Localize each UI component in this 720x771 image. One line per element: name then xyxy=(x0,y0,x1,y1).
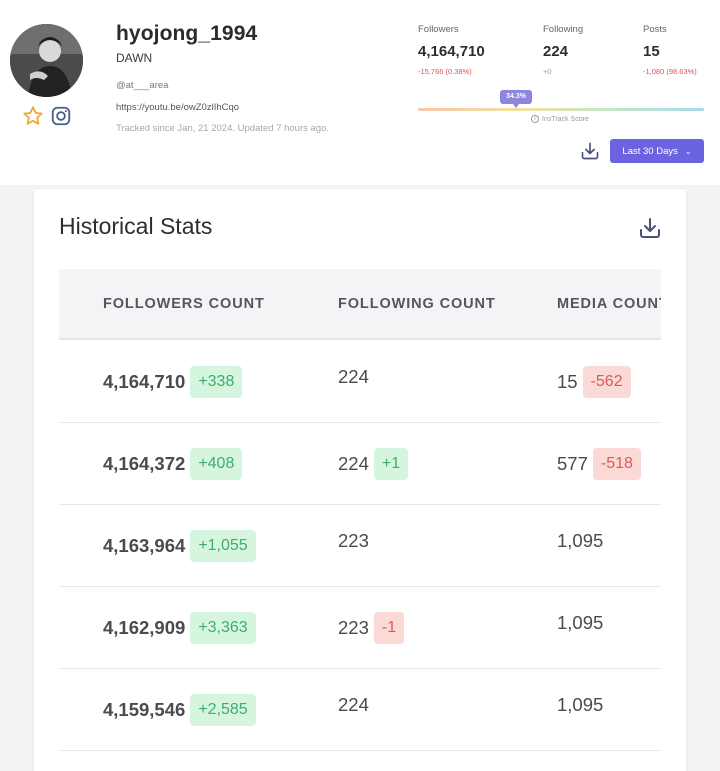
following-cell: 223 -1 xyxy=(338,612,405,644)
media-cell: 15 -562 xyxy=(557,366,631,398)
followers-count: 4,164,372 xyxy=(103,453,186,474)
followers-label: Followers xyxy=(418,24,459,35)
table-row: 4,163,964 +1,055 223 1,095 xyxy=(59,505,661,587)
media-count: 1,095 xyxy=(557,694,604,715)
media-count: 577 xyxy=(557,453,588,474)
media-cell: 577 -518 xyxy=(557,448,641,480)
score-pill: 34.3% xyxy=(500,90,533,108)
avatar xyxy=(10,24,83,97)
followers-count: 4,164,710 xyxy=(103,371,186,392)
followers-delta-badge: +2,585 xyxy=(190,694,256,726)
followers-delta-badge: +408 xyxy=(190,448,243,480)
posts-label: Posts xyxy=(643,24,667,35)
following-count: 224 xyxy=(338,366,369,387)
following-count: 223 xyxy=(338,530,369,551)
followers-cell: 4,159,546 +2,585 xyxy=(103,694,256,726)
table-row: 4,164,372 +408 224 +1 577 -518 xyxy=(59,423,661,505)
followers-change: -15,766 (0.38%) xyxy=(418,67,472,76)
column-header-followers: FOLLOWERS COUNT xyxy=(103,296,265,312)
card-title: Historical Stats xyxy=(59,213,213,239)
posts-value: 15 xyxy=(643,43,660,60)
media-count: 15 xyxy=(557,371,578,392)
table-row: 4,162,909 +3,363 223 -1 1,095 xyxy=(59,587,661,669)
download-icon[interactable] xyxy=(580,141,600,161)
followers-delta-badge: +1,055 xyxy=(190,530,256,562)
following-count: 223 xyxy=(338,617,369,638)
media-count: 1,095 xyxy=(557,530,604,551)
star-icon[interactable] xyxy=(22,105,44,127)
following-cell: 224 xyxy=(338,366,369,388)
followers-count: 4,159,546 xyxy=(103,699,186,720)
followers-cell: 4,164,372 +408 xyxy=(103,448,243,480)
column-header-following: FOLLOWING COUNT xyxy=(338,296,496,312)
following-change: +0 xyxy=(543,67,552,76)
posts-change: -1,080 (98.63%) xyxy=(643,67,697,76)
followers-cell: 4,162,909 +3,363 xyxy=(103,612,256,644)
followers-value: 4,164,710 xyxy=(418,43,485,60)
following-delta-badge: +1 xyxy=(373,448,409,480)
column-header-media: MEDIA COUNT xyxy=(557,296,661,312)
profile-link[interactable]: https://youtu.be/owZ0zlIhCqo xyxy=(116,102,239,113)
media-delta-badge: -562 xyxy=(582,366,631,398)
score-label: i InsTrack Score xyxy=(531,115,589,123)
followers-count: 4,162,909 xyxy=(103,617,186,638)
instagram-icon[interactable] xyxy=(50,105,72,127)
following-count: 224 xyxy=(338,694,369,715)
period-select-button[interactable]: Last 30 Days ⌄ xyxy=(610,139,704,163)
historical-table[interactable]: FOLLOWERS COUNT FOLLOWING COUNT MEDIA CO… xyxy=(59,269,661,771)
media-delta-badge: -518 xyxy=(592,448,641,480)
followers-cell: 4,163,964 +1,055 xyxy=(103,530,256,562)
following-cell: 224 +1 xyxy=(338,448,409,480)
followers-cell: 4,164,710 +338 xyxy=(103,366,243,398)
followers-count: 4,163,964 xyxy=(103,535,186,556)
chevron-down-icon: ⌄ xyxy=(684,146,692,156)
followers-delta-badge: +338 xyxy=(190,366,243,398)
username: hyojong_1994 xyxy=(116,22,258,45)
table-row: 4,159,546 +2,585 224 1,095 xyxy=(59,669,661,751)
following-count: 224 xyxy=(338,453,369,474)
media-count: 1,095 xyxy=(557,612,604,633)
info-icon: i xyxy=(531,115,539,123)
media-cell: 1,095 xyxy=(557,530,603,552)
download-icon[interactable] xyxy=(638,216,662,240)
table-header: FOLLOWERS COUNT FOLLOWING COUNT MEDIA CO… xyxy=(59,269,661,340)
media-cell: 1,095 xyxy=(557,694,603,716)
score-label-text: InsTrack Score xyxy=(542,115,589,123)
profile-header: hyojong_1994 DAWN @at___area https://you… xyxy=(0,0,720,185)
following-label: Following xyxy=(543,24,584,35)
historical-stats-card: Historical Stats FOLLOWERS COUNT FOLLOWI… xyxy=(34,189,686,771)
tracked-info: Tracked since Jan, 21 2024. Updated 7 ho… xyxy=(116,123,330,134)
following-cell: 224 xyxy=(338,694,369,716)
following-value: 224 xyxy=(543,43,569,60)
following-cell: 223 xyxy=(338,530,369,552)
followers-delta-badge: +3,363 xyxy=(190,612,256,644)
following-delta-badge: -1 xyxy=(373,612,405,644)
period-label: Last 30 Days xyxy=(622,145,678,157)
table-row: 4,164,710 +338 224 15 -562 xyxy=(59,341,661,423)
media-cell: 1,095 xyxy=(557,612,603,634)
bio: @at___area xyxy=(116,80,169,91)
score-bar xyxy=(418,108,704,111)
full-name: DAWN xyxy=(116,51,153,65)
